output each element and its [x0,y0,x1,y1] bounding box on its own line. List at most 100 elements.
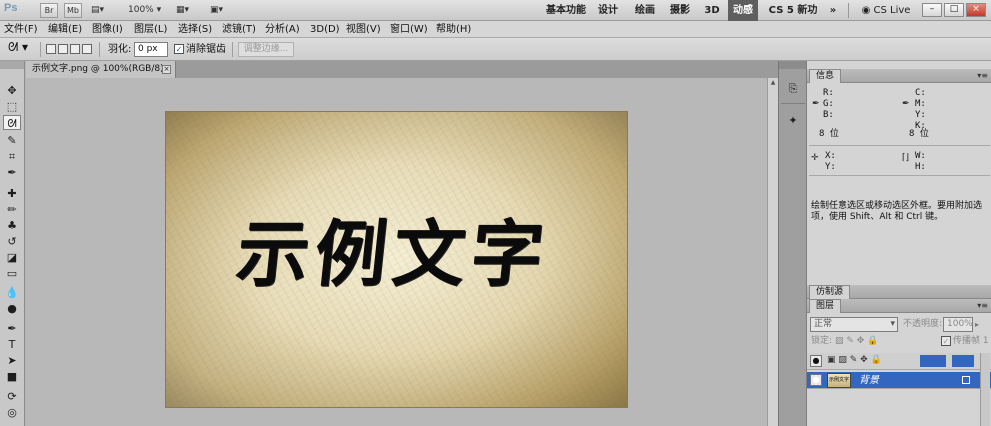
scroll-up-icon[interactable]: ▲ [769,79,777,87]
dodge-tool-icon[interactable]: ● [3,301,21,316]
close-icon[interactable]: × [162,65,171,74]
cs-live-label: CS Live [873,5,911,16]
divider [40,42,41,57]
actions-panel-icon[interactable]: ✦ [785,113,801,129]
workspace-painting[interactable]: 绘画 [633,0,657,21]
panel-menu-icon[interactable]: ▾≡ [977,301,988,310]
propagate-frame-checkbox[interactable]: ✓ [941,336,951,346]
dock-grip[interactable] [779,61,807,69]
eye-icon[interactable]: ● [810,374,822,386]
menu-select[interactable]: 选择(S) [178,21,212,38]
zoom-level-dropdown[interactable]: 100% ▾ [128,2,162,19]
mini-bridge-button[interactable]: Mb [64,3,82,18]
feather-input[interactable]: 0 px [134,42,168,57]
menu-layer[interactable]: 图层(L) [134,21,167,38]
workspace-3d[interactable]: 3D [702,0,722,21]
arrange-documents-icon[interactable]: ▦▾ [176,2,198,19]
tab-clone-source[interactable]: 仿制源 [809,285,851,299]
cs-live-button[interactable]: ◉ CS Live ▾ [858,0,914,37]
crosshair-icon: ✛ [811,153,819,163]
menu-edit[interactable]: 编辑(E) [48,21,82,38]
layer-row-background[interactable]: ● 示例文字 背景 [807,372,991,389]
eraser-tool-icon[interactable]: ◪ [3,250,21,265]
clone-source-header: 仿制源 [807,285,991,299]
document-tab-title: 示例文字.png @ 100%(RGB/8) [32,64,164,74]
panel-menu-icon[interactable]: ▾≡ [977,71,988,80]
healing-brush-tool-icon[interactable]: ✚ [3,186,21,201]
subtract-selection-icon[interactable] [70,44,80,54]
layer-name[interactable]: 背景 [859,374,879,387]
workspace-design[interactable]: 设计 [596,0,620,21]
workspace-cs5-new[interactable]: CS 5 新功能 [765,0,821,37]
menu-view[interactable]: 视图(V) [346,21,381,38]
layer-lock-icons[interactable]: ▣ ▨ ✎ ✥ 🔒 [827,355,882,365]
3d-orbit-tool-icon[interactable]: ◎ [3,405,21,420]
divider [809,145,990,146]
new-selection-icon[interactable] [46,44,56,54]
menu-file[interactable]: 文件(F) [4,21,38,38]
menu-filter[interactable]: 滤镜(T) [222,21,256,38]
screen-mode-icon[interactable]: ▣▾ [210,2,234,19]
move-tool-icon[interactable]: ✥ [3,83,21,98]
chevron-down-icon[interactable]: ▸ [975,318,979,331]
brush-tool-icon[interactable]: ✏ [3,202,21,217]
layer-controls-row: ● ▣ ▨ ✎ ✥ 🔒 [807,353,991,370]
layers-scrollbar[interactable] [980,353,990,426]
type-tool-icon[interactable]: T [3,337,21,352]
workspace-motion[interactable]: 动感 [728,0,758,21]
clone-stamp-tool-icon[interactable]: ♣ [3,218,21,233]
opacity-input[interactable]: 100% [943,317,973,332]
refine-edge-button[interactable]: 调整边缘... [238,42,294,57]
quick-selection-tool-icon[interactable]: ✎ [3,133,21,148]
add-selection-icon[interactable] [58,44,68,54]
blur-tool-icon[interactable]: 💧 [3,285,21,300]
minimize-button[interactable]: – [922,3,942,17]
gradient-tool-icon[interactable]: ▭ [3,266,21,281]
menu-help[interactable]: 帮助(H) [436,21,471,38]
crop-tool-icon[interactable]: ⌗ [3,149,21,164]
extras-menu-icon[interactable]: ▤▾ [91,2,113,19]
propagate-frame-label: 传播帧 1 [953,336,989,346]
workspace-photography[interactable]: 摄影 [668,0,692,21]
document-canvas[interactable]: 示例文字 [165,111,628,408]
menu-bar: 文件(F) 编辑(E) 图像(I) 图层(L) 选择(S) 滤镜(T) 分析(A… [0,21,991,38]
lock-icons[interactable]: ▨ ✎ ✥ 🔒 [835,335,878,348]
lasso-tool-icon[interactable]: ᘛ [3,115,21,130]
maximize-button[interactable]: □ [944,3,964,17]
pen-tool-icon[interactable]: ✒ [3,321,21,336]
tab-layers[interactable]: 图层 [809,299,842,313]
lock-label: 锁定: [811,336,833,346]
info-bit-depth-left: 8 位 [819,129,839,139]
info-rgb-readout: R: G: B: [823,88,834,120]
history-panel-icon[interactable]: ⎘ [785,81,801,97]
marquee-tool-icon[interactable]: ⬚ [3,99,21,114]
more-workspaces-icon[interactable]: » [827,0,839,21]
info-hint-text: 绘制任意选区或移动选区外框。要用附加选项，使用 Shift、Alt 和 Ctrl… [811,201,983,222]
layer-selection-swatch [952,355,974,367]
vertical-scrollbar[interactable]: ▲ [767,78,778,426]
menu-3d[interactable]: 3D(D) [310,21,340,38]
lasso-preset-icon[interactable]: ᘛ ▾ [8,41,28,54]
eyedropper-tool-icon[interactable]: ✒ [3,165,21,180]
document-tab[interactable]: 示例文字.png @ 100%(RGB/8) × [26,61,176,78]
3d-rotate-tool-icon[interactable]: ⟳ [3,389,21,404]
intersect-selection-icon[interactable] [82,44,92,54]
menu-image[interactable]: 图像(I) [92,21,123,38]
title-bar: Ps Br Mb ▤▾ 100% ▾ ▦▾ ▣▾ 基本功能 设计 绘画 摄影 3… [0,0,991,37]
tab-info[interactable]: 信息 [809,69,842,83]
workspace-essentials[interactable]: 基本功能 [542,0,590,21]
path-selection-tool-icon[interactable]: ➤ [3,353,21,368]
info-bit-depth-right: 8 位 [909,129,929,139]
antialias-checkbox[interactable]: ✓ [174,44,184,54]
info-panel: 信息 ▾≡ R: G: B: ✒ C: M: Y: K: ✒ 8 位 8 位 ✛… [806,61,991,285]
shape-tool-icon[interactable]: ■ [3,369,21,384]
menu-window[interactable]: 窗口(W) [390,21,428,38]
close-button[interactable]: × [966,3,986,17]
bridge-button[interactable]: Br [40,3,58,18]
tools-panel-grip[interactable] [0,61,24,69]
menu-analysis[interactable]: 分析(A) [265,21,300,38]
blend-mode-select[interactable]: 正常 ▾ [810,317,898,332]
document-tab-bar: 示例文字.png @ 100%(RGB/8) × [26,61,778,78]
history-brush-tool-icon[interactable]: ↺ [3,234,21,249]
eye-icon[interactable]: ● [810,355,822,367]
